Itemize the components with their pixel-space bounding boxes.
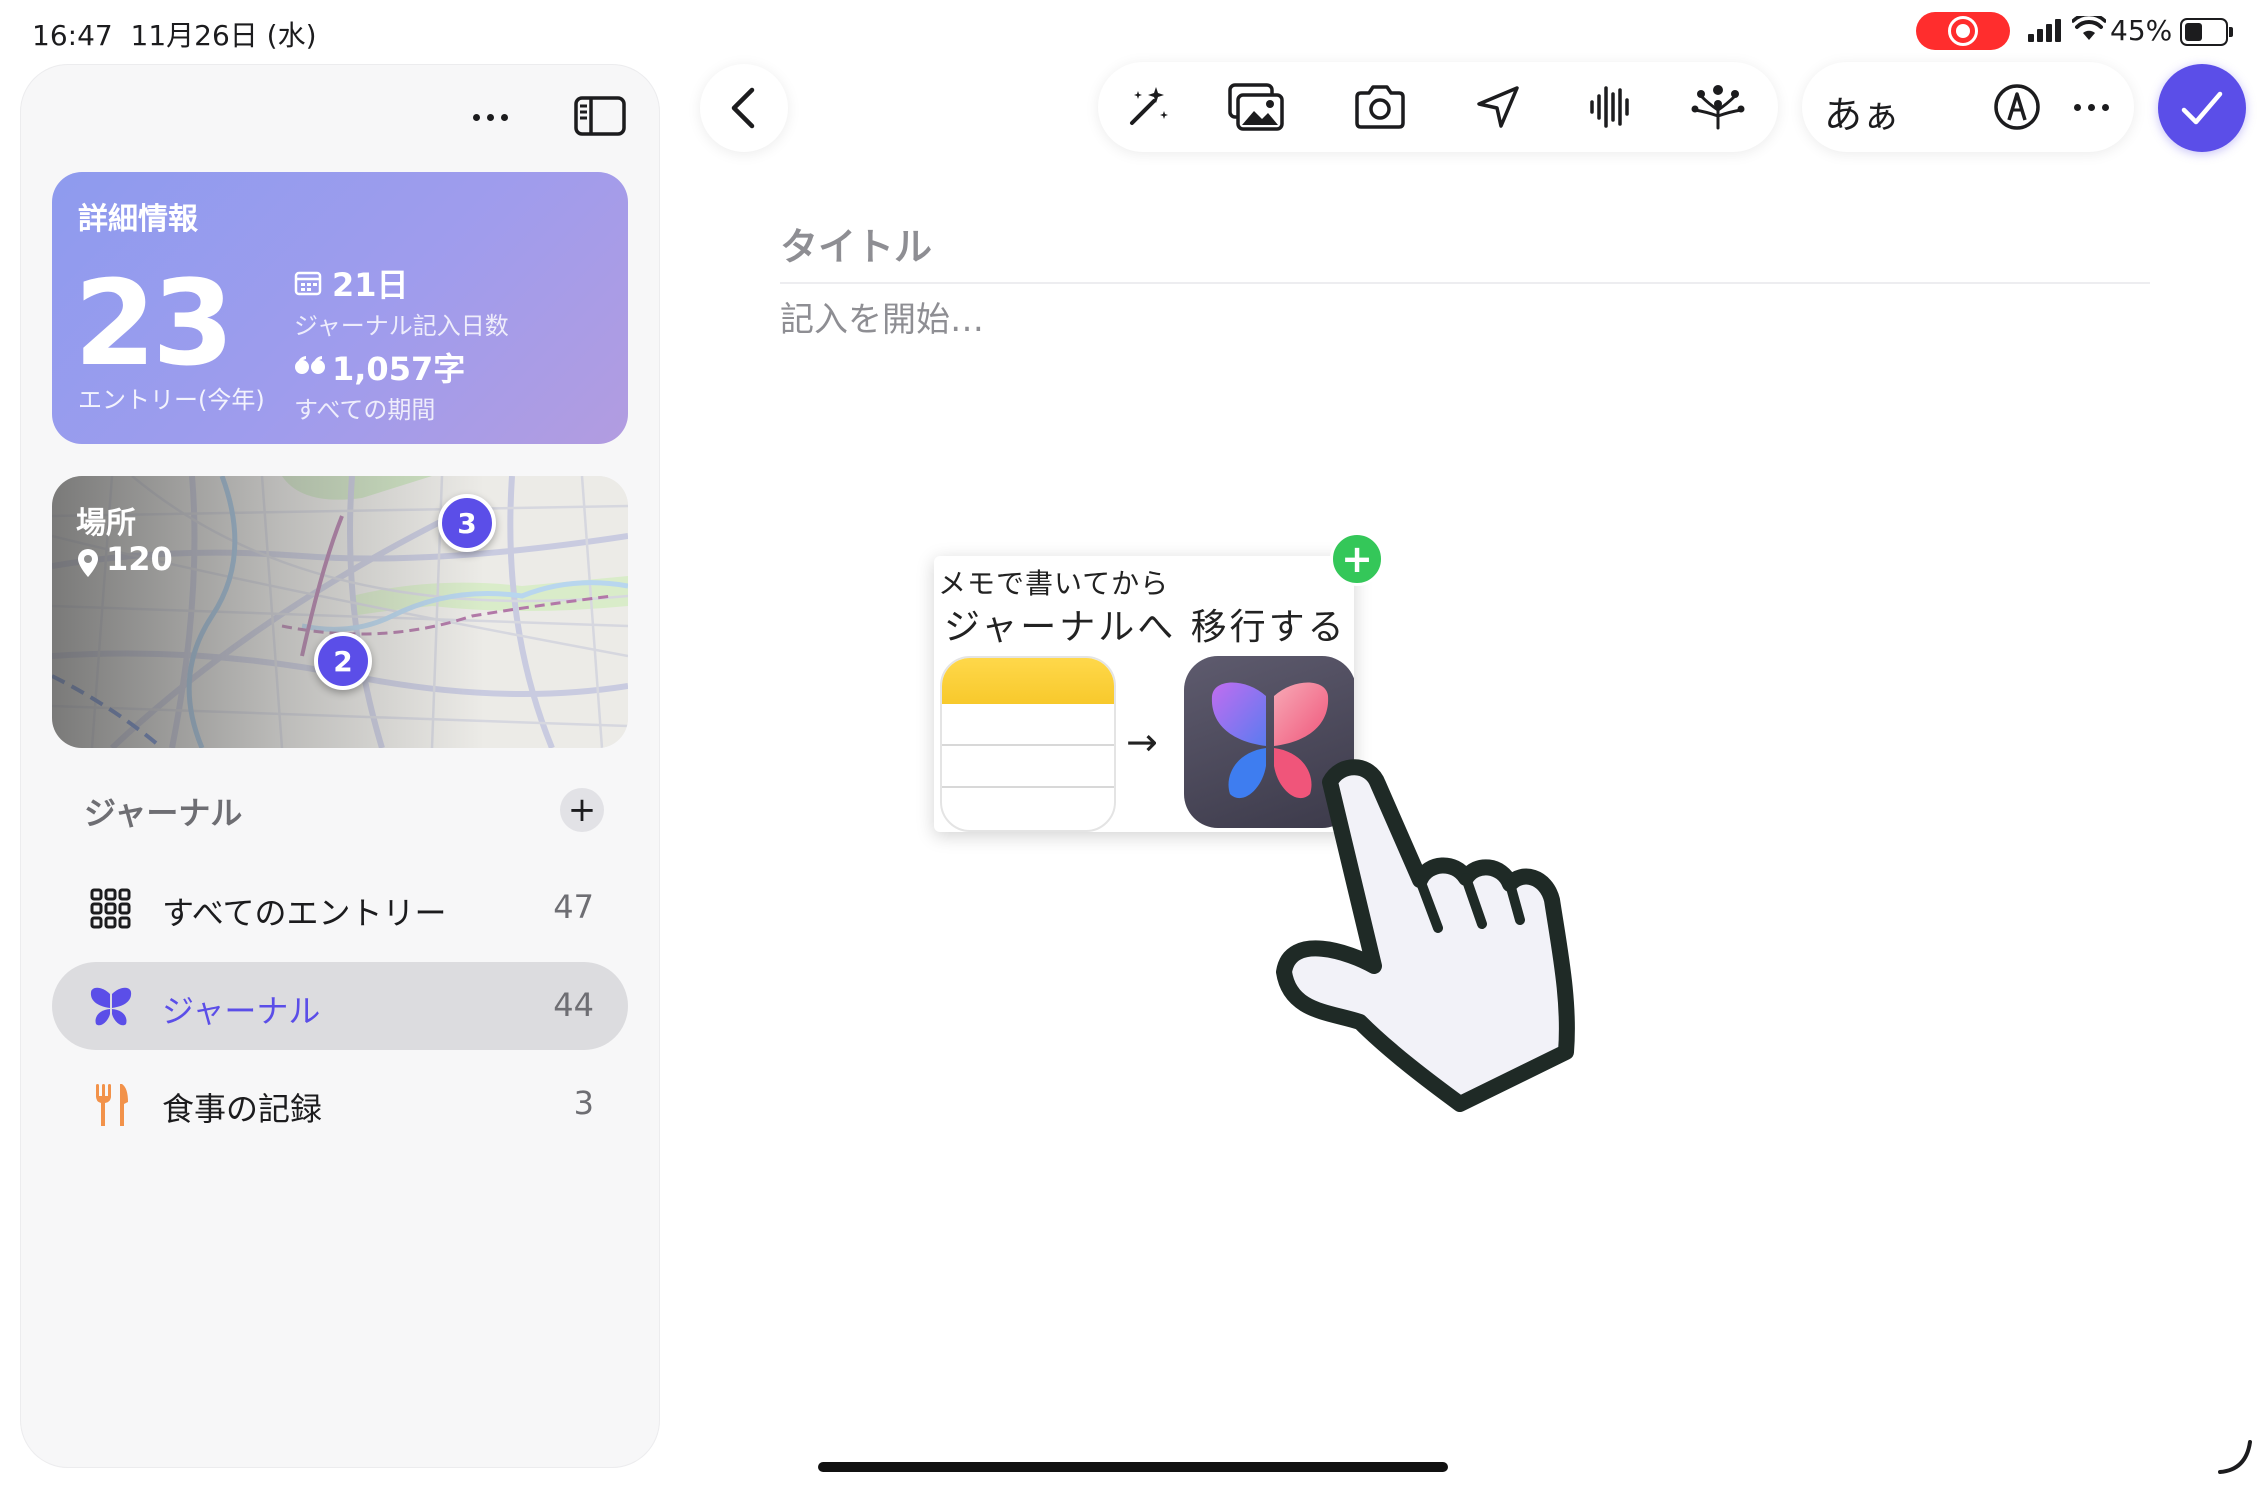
map-marker-cluster[interactable]: 3 <box>438 494 496 552</box>
places-title: 場所 <box>76 506 136 541</box>
attachment-toolbar <box>1098 62 1778 152</box>
days-value: 21日 <box>332 266 409 304</box>
sidebar-item-count: 44 <box>553 986 594 1024</box>
butterfly-icon <box>90 987 132 1026</box>
entry-body-input[interactable] <box>780 292 2150 412</box>
map-marker-cluster[interactable]: 2 <box>314 632 372 690</box>
status-time: 16:47 11月26日 (水) <box>32 19 317 52</box>
journal-section-heading: ジャーナル <box>84 794 243 832</box>
resize-handle-icon[interactable] <box>2216 1436 2256 1476</box>
battery-icon <box>2180 18 2233 46</box>
grid-icon <box>90 888 131 929</box>
home-indicator[interactable] <box>818 1462 1448 1472</box>
words-value: 1,057字 <box>332 350 466 388</box>
sidebar-item-journal[interactable]: ジャーナル 44 <box>52 962 628 1050</box>
location-button[interactable] <box>1470 82 1526 132</box>
back-button[interactable] <box>700 64 788 152</box>
sidebar-item-count: 47 <box>553 888 594 926</box>
sidebar-toggle-icon[interactable] <box>570 86 630 146</box>
notes-app-icon <box>940 656 1116 832</box>
drop-add-badge: + <box>1330 532 1384 586</box>
places-card[interactable]: 場所 120 3 2 <box>52 476 628 748</box>
arrow-label: → <box>1126 720 1158 764</box>
sidebar-item-label: ジャーナル <box>162 992 321 1030</box>
done-button[interactable] <box>2158 64 2246 152</box>
sidebar-item-label: 食事の記録 <box>162 1090 323 1128</box>
quote-icon <box>295 356 325 374</box>
battery-percent: 45% <box>2110 14 2173 47</box>
chevron-left-icon <box>731 87 755 129</box>
entries-label: エントリー(今年) <box>78 386 265 414</box>
magic-wand-icon <box>1130 87 1168 125</box>
add-journal-button[interactable]: + <box>560 788 604 832</box>
location-icon <box>1477 86 1519 128</box>
places-count: 120 <box>106 540 173 578</box>
photo-library-icon <box>1228 83 1284 131</box>
suggestions-wand-button[interactable] <box>1120 82 1176 132</box>
audio-waveform-icon <box>1590 86 1629 128</box>
markup-button[interactable] <box>1952 82 2082 132</box>
handwritten-line-2: ジャーナルへ 移行する <box>944 607 1347 648</box>
insights-title: 詳細情報 <box>78 202 198 237</box>
sidebar-item-meal-log[interactable]: 食事の記録 3 <box>52 1060 628 1148</box>
screen-recording-indicator[interactable] <box>1916 12 2010 50</box>
handwritten-line-1: メモで書いてから <box>938 567 1170 600</box>
entry-title-input[interactable] <box>780 212 2150 284</box>
hand-pointer-icon <box>1276 759 1575 1112</box>
sidebar-more-button[interactable] <box>460 92 520 142</box>
cellular-signal-icon <box>2028 19 2061 42</box>
text-format-button[interactable]: あぁ <box>1824 84 1900 139</box>
camera-icon <box>1355 85 1405 129</box>
toolbar-more-button[interactable] <box>2066 82 2116 132</box>
suggestions-icon <box>1691 85 1745 130</box>
ellipsis-icon <box>2073 103 2081 111</box>
calendar-icon <box>294 271 322 296</box>
insights-card[interactable]: 詳細情報 23 エントリー(今年) 21日 ジャーナル記入日数 1,057字 す… <box>52 172 628 444</box>
status-bar: 16:47 11月26日 (水) 45% <box>0 0 2266 62</box>
photo-library-button[interactable] <box>1228 82 1284 132</box>
format-toolbar: あぁ <box>1802 62 2134 152</box>
audio-recording-button[interactable] <box>1582 82 1638 132</box>
words-label: すべての期間 <box>294 396 436 424</box>
journaling-suggestions-button[interactable] <box>1690 82 1746 132</box>
location-pin-icon <box>78 549 98 577</box>
markup-pen-icon <box>1994 84 2040 130</box>
days-label: ジャーナル記入日数 <box>294 312 509 340</box>
wifi-icon <box>2072 16 2106 40</box>
sidebar: 詳細情報 23 エントリー(今年) 21日 ジャーナル記入日数 1,057字 す… <box>20 64 660 1468</box>
sidebar-item-all-entries[interactable]: すべてのエントリー 47 <box>52 864 628 952</box>
sidebar-item-label: すべてのエントリー <box>162 894 447 932</box>
checkmark-icon <box>2181 91 2223 125</box>
fork-knife-icon <box>96 1084 128 1126</box>
entries-count: 23 <box>74 254 234 392</box>
ellipsis-icon <box>472 113 480 121</box>
sidebar-item-count: 3 <box>573 1084 594 1122</box>
camera-button[interactable] <box>1352 82 1408 132</box>
